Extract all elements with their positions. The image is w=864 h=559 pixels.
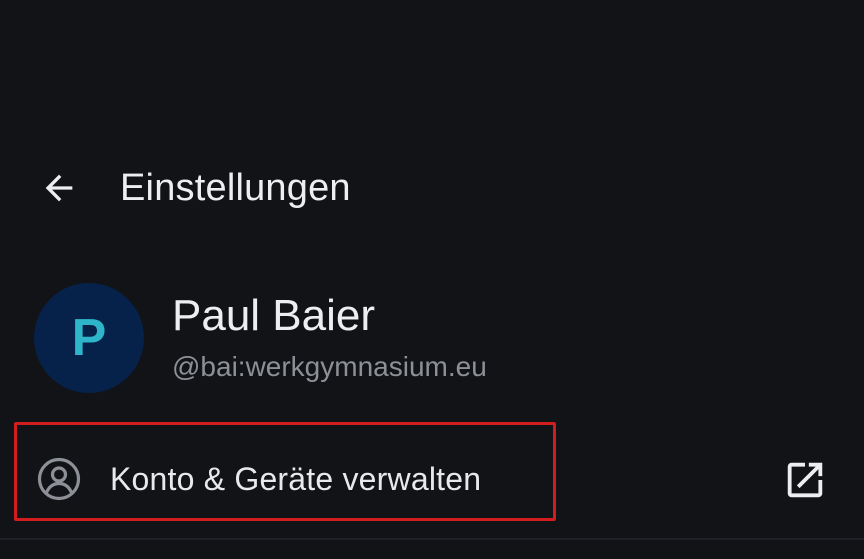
divider bbox=[0, 538, 864, 540]
manage-account-devices-item[interactable]: Konto & Geräte verwalten bbox=[0, 422, 864, 534]
avatar-initial: P bbox=[71, 309, 107, 367]
arrow-left-icon bbox=[45, 174, 73, 202]
page-title: Einstellungen bbox=[120, 167, 351, 209]
manage-account-devices-label: Konto & Geräte verwalten bbox=[110, 461, 482, 497]
avatar: P bbox=[34, 283, 144, 393]
account-circle-icon bbox=[37, 457, 81, 501]
top-app-bar: Einstellungen bbox=[0, 140, 864, 236]
back-button[interactable] bbox=[34, 166, 84, 210]
user-id: @bai:werkgymnasium.eu bbox=[172, 351, 487, 382]
settings-screen: Einstellungen P Paul Baier @bai:werkgymn… bbox=[0, 0, 864, 559]
profile-header: P Paul Baier @bai:werkgymnasium.eu bbox=[0, 280, 864, 396]
display-name: Paul Baier bbox=[172, 291, 376, 340]
open-external-icon[interactable] bbox=[782, 457, 828, 503]
